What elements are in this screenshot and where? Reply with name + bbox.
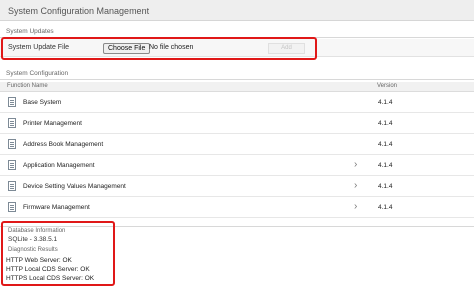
chevron-right-icon[interactable]: ›: [354, 181, 357, 191]
document-icon: [8, 139, 16, 149]
document-icon: [8, 118, 16, 128]
chevron-right-icon[interactable]: ›: [354, 202, 357, 212]
function-version: 4.1.4: [378, 204, 393, 211]
config-table-header: Function Name Version: [0, 82, 474, 92]
function-row-device-setting-values-management[interactable]: Device Setting Values Management › 4.1.4: [0, 176, 474, 197]
function-name: Base System: [23, 99, 62, 106]
chevron-right-icon[interactable]: ›: [354, 160, 357, 170]
function-name: Application Management: [23, 162, 95, 169]
function-row-base-system[interactable]: Base System 4.1.4: [0, 92, 474, 113]
function-version: 4.1.4: [378, 141, 393, 148]
system-updates-label: System Updates: [6, 28, 54, 35]
document-icon: [8, 97, 16, 107]
function-name: Firmware Management: [23, 204, 90, 211]
function-row-application-management[interactable]: Application Management › 4.1.4: [0, 155, 474, 176]
function-name-column-header: Function Name: [7, 83, 48, 89]
function-version: 4.1.4: [378, 183, 393, 190]
function-name: Address Book Management: [23, 141, 104, 148]
highlight-box-database: [1, 221, 115, 286]
window-title: System Configuration Management: [8, 6, 150, 16]
function-row-firmware-management[interactable]: Firmware Management › 4.1.4: [0, 197, 474, 218]
document-icon: [8, 202, 16, 212]
divider: [0, 79, 474, 80]
version-column-header: Version: [377, 83, 398, 89]
window-titlebar: System Configuration Management: [0, 0, 474, 21]
function-version: 4.1.4: [378, 162, 393, 169]
system-configuration-label: System Configuration: [6, 70, 69, 77]
document-icon: [8, 181, 16, 191]
function-row-address-book-management[interactable]: Address Book Management 4.1.4: [0, 134, 474, 155]
highlight-box-updates: [1, 37, 317, 60]
function-row-printer-management[interactable]: Printer Management 4.1.4: [0, 113, 474, 134]
function-version: 4.1.4: [378, 120, 393, 127]
document-icon: [8, 160, 16, 170]
function-version: 4.1.4: [378, 99, 393, 106]
function-name: Device Setting Values Management: [23, 183, 126, 190]
function-name: Printer Management: [23, 120, 82, 127]
